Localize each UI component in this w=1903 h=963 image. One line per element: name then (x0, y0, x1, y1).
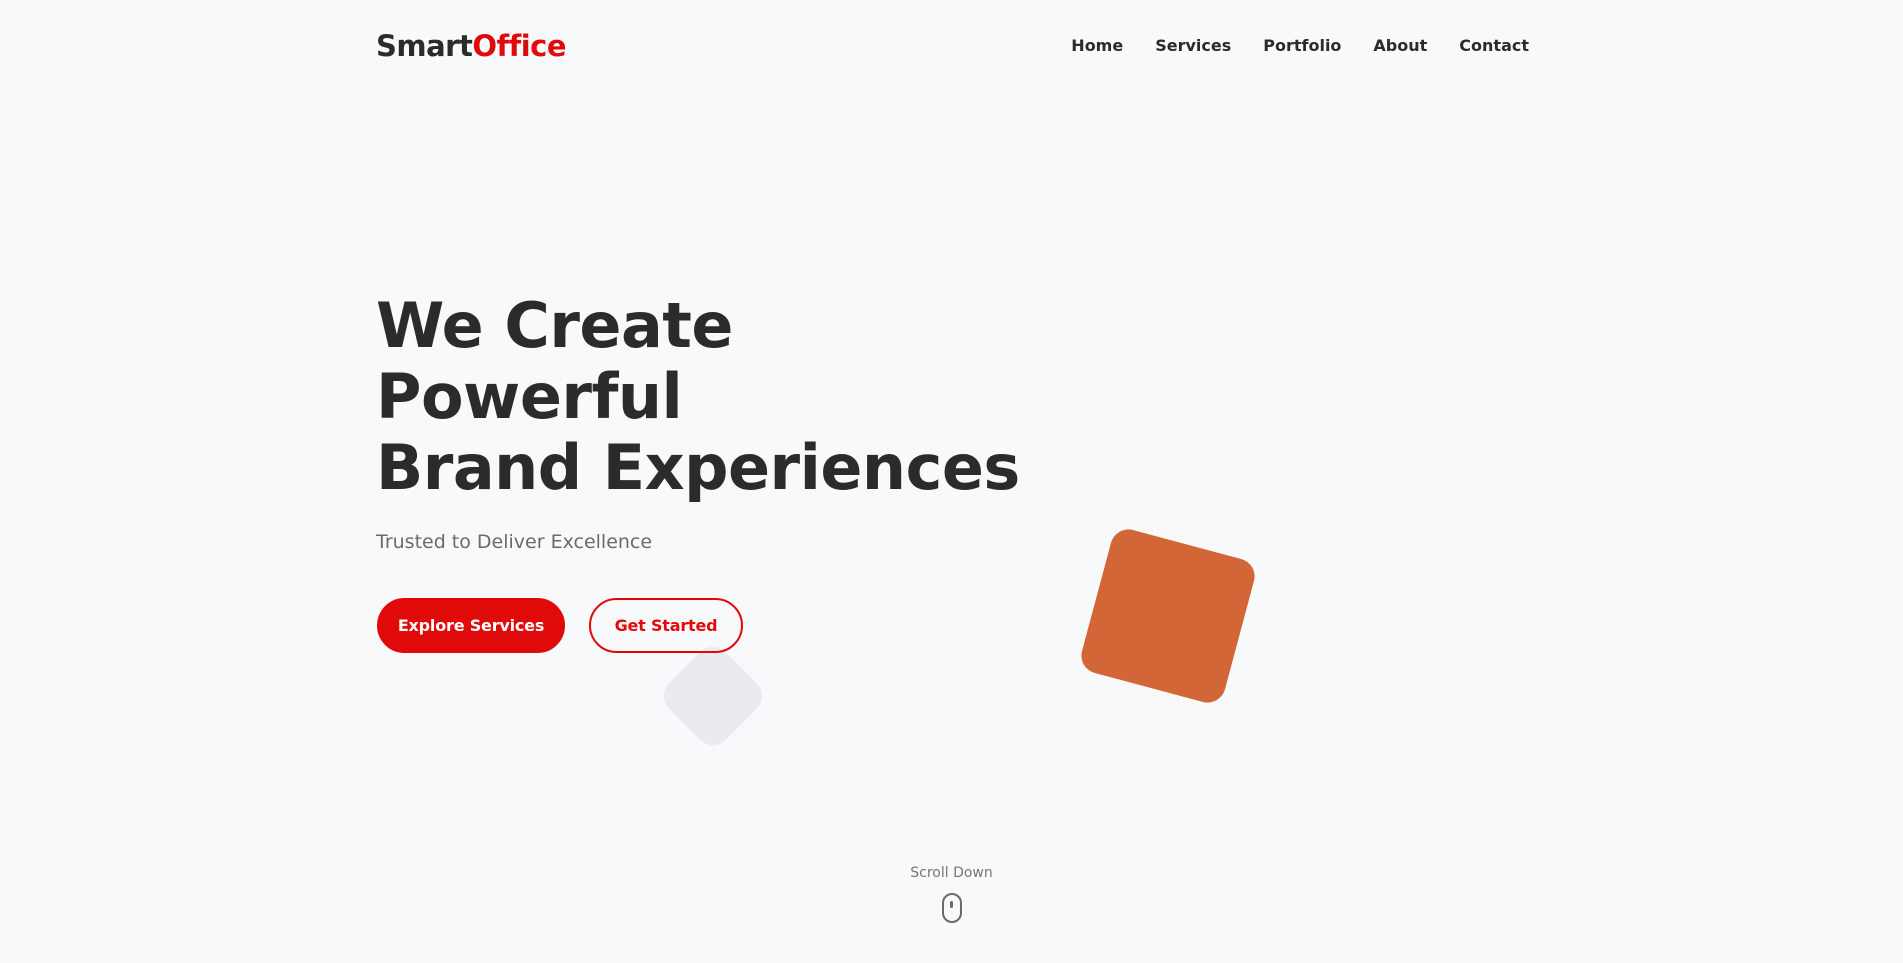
site-header: SmartOffice Home Services Portfolio Abou… (0, 0, 1903, 92)
decorative-orange-square (1077, 525, 1259, 707)
hero-title-line-3: Brand Experiences (376, 431, 1020, 504)
hero-title-line-2: Powerful (376, 360, 683, 433)
nav-portfolio[interactable]: Portfolio (1263, 34, 1341, 58)
page: SmartOffice Home Services Portfolio Abou… (0, 0, 1903, 963)
nav-services[interactable]: Services (1155, 34, 1231, 58)
nav-contact[interactable]: Contact (1459, 34, 1529, 58)
explore-services-button[interactable]: Explore Services (377, 598, 565, 653)
hero-subtitle: Trusted to Deliver Excellence (376, 531, 653, 553)
mouse-icon (941, 893, 962, 923)
brand-logo[interactable]: SmartOffice (376, 28, 567, 64)
brand-name-part2: Office (472, 29, 567, 63)
brand-name-part1: Smart (376, 29, 473, 63)
hero-title-line-1: We Create (376, 289, 733, 362)
main-nav: Home Services Portfolio About Contact (1071, 34, 1529, 58)
nav-home[interactable]: Home (1071, 34, 1123, 58)
hero-title: We Create Powerful Brand Experiences (376, 290, 1020, 503)
decorative-gray-diamond (656, 639, 770, 753)
scroll-down-indicator[interactable]: Scroll Down (0, 862, 1903, 923)
scroll-down-label: Scroll Down (910, 865, 993, 881)
get-started-button[interactable]: Get Started (589, 598, 743, 653)
nav-about[interactable]: About (1373, 34, 1427, 58)
